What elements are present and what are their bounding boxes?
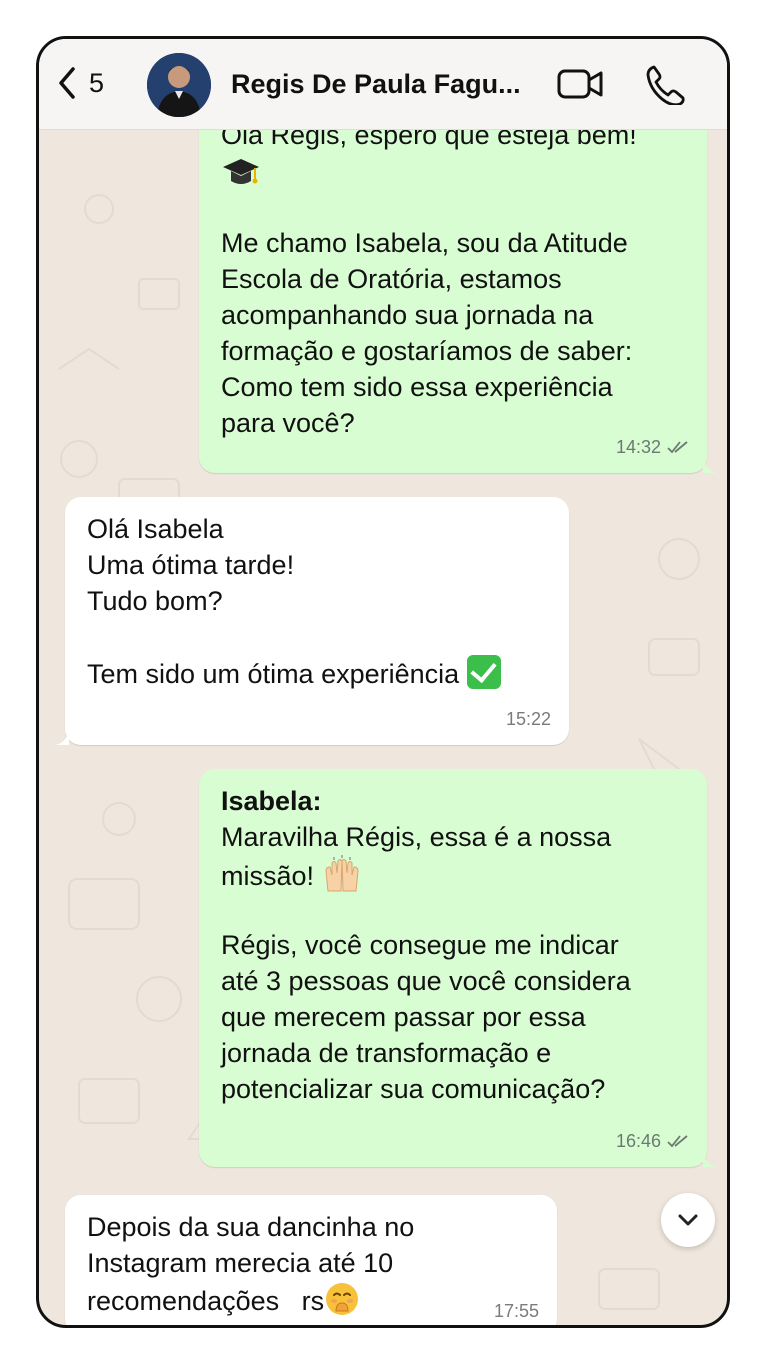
message-line: Maravilha Régis, essa é a nossa bbox=[221, 822, 612, 852]
message-line: Depois da sua dancinha no bbox=[87, 1212, 415, 1242]
message-line-with-emoji: missão! bbox=[221, 855, 685, 892]
raising-hands-emoji bbox=[325, 855, 359, 892]
phone-call-icon[interactable] bbox=[645, 63, 685, 105]
chevron-down-icon bbox=[678, 1214, 698, 1226]
scroll-to-bottom-button[interactable] bbox=[661, 1193, 715, 1247]
video-call-icon[interactable] bbox=[557, 65, 603, 103]
message-time: 15:22 bbox=[505, 709, 551, 729]
message-line: Tudo bom? bbox=[87, 586, 223, 616]
message-line: Tem sido um ótima experiência bbox=[87, 659, 460, 689]
message-line: Como tem sido essa experiência bbox=[221, 372, 613, 402]
message-line: acompanhando sua jornada na bbox=[221, 300, 594, 330]
contact-name[interactable]: Regis De Paula Fagu... bbox=[231, 69, 521, 100]
message-line: recomendações rs bbox=[87, 1286, 325, 1316]
message-line: missão! bbox=[221, 861, 315, 891]
message-line: Régis, você consegue me indicar bbox=[221, 930, 619, 960]
chat-header: 5 Regis De Paula Fagu... bbox=[39, 39, 727, 130]
message-meta: 16:46 bbox=[616, 1123, 689, 1159]
read-ticks-icon bbox=[667, 1135, 688, 1148]
message-line bbox=[221, 189, 685, 225]
message-line: potencializar sua comunicação? bbox=[221, 1074, 606, 1104]
bubble-tail bbox=[703, 457, 717, 473]
message-line-with-emoji: Tem sido um ótima experiência bbox=[87, 655, 547, 691]
message-time: 16:46 bbox=[615, 1131, 661, 1151]
message-time: 17:55 bbox=[493, 1301, 539, 1321]
back-button[interactable]: 5 bbox=[53, 63, 104, 103]
message-line bbox=[221, 891, 685, 927]
message-line-with-emoji: recomendações rs bbox=[87, 1281, 535, 1317]
message-meta: 17:55 bbox=[493, 1293, 539, 1325]
bubble-tail bbox=[703, 1151, 717, 1167]
message-bubble-incoming[interactable]: Depois da sua dancinha no Instagram mere… bbox=[65, 1195, 557, 1325]
message-line bbox=[87, 619, 547, 655]
message-line: Uma ótima tarde! bbox=[87, 550, 295, 580]
message-line: Olá Isabela bbox=[87, 514, 224, 544]
unread-count: 5 bbox=[89, 67, 105, 98]
message-bubble-incoming[interactable]: Olá Isabela Uma ótima tarde! Tudo bom? T… bbox=[55, 497, 569, 745]
message-meta: 14:32 bbox=[616, 429, 689, 465]
avatar[interactable] bbox=[147, 53, 211, 117]
chat-window: 5 Regis De Paula Fagu... Olá Regis, espe… bbox=[36, 36, 730, 1328]
avatar-image bbox=[147, 53, 211, 117]
chevron-left-icon bbox=[59, 67, 75, 99]
message-line: jornada de transformação e bbox=[221, 1038, 552, 1068]
sender-name: Isabela: bbox=[221, 786, 322, 816]
hand-over-mouth-emoji bbox=[326, 1283, 359, 1315]
message-emoji-line bbox=[221, 153, 685, 189]
message-line: até 3 pessoas que você considera bbox=[221, 966, 631, 996]
graduation-cap-emoji bbox=[223, 159, 259, 184]
message-line: que merecem passar por essa bbox=[221, 1002, 586, 1032]
message-line: formação e gostaríamos de saber: bbox=[221, 336, 633, 366]
message-bubble-outgoing[interactable]: Isabela: Maravilha Régis, essa é a nossa… bbox=[199, 769, 717, 1167]
message-meta: 15:22 bbox=[506, 701, 551, 737]
message-bubble-outgoing[interactable]: Olá Regis, espero que esteja bem! Me cha… bbox=[199, 99, 717, 473]
read-ticks-icon bbox=[667, 441, 688, 454]
bubble-tail bbox=[55, 729, 69, 745]
message-line: Instagram merecia até 10 bbox=[87, 1248, 394, 1278]
message-line: Escola de Oratória, estamos bbox=[221, 264, 562, 294]
message-time: 14:32 bbox=[615, 437, 661, 457]
check-mark-emoji bbox=[466, 655, 501, 689]
message-line: Me chamo Isabela, sou da Atitude bbox=[221, 228, 628, 258]
